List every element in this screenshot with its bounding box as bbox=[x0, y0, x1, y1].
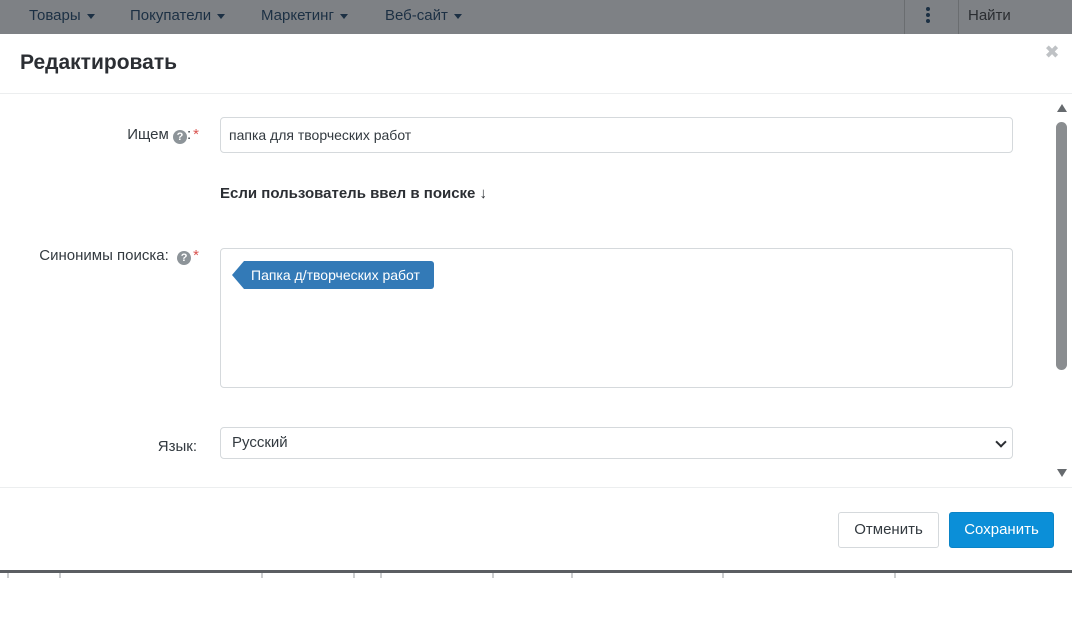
synonym-tag-label: Папка д/творческих работ bbox=[251, 267, 420, 283]
language-select[interactable]: Русский bbox=[220, 427, 1013, 459]
modal-scrollbar[interactable] bbox=[1053, 95, 1072, 487]
edit-modal: Редактировать ✖ Ищем ?: * папка для творч… bbox=[0, 34, 1072, 570]
chevron-down-icon bbox=[995, 436, 1007, 448]
caret-down-icon bbox=[453, 13, 462, 19]
nav-menu-label: Покупатели bbox=[130, 7, 212, 24]
table-edge-decoration bbox=[7, 573, 896, 578]
synonyms-label: Синонимы поиска: ? * bbox=[0, 247, 199, 265]
help-icon[interactable]: ? bbox=[177, 251, 192, 265]
synonyms-subheading: Если пользователь ввел в поиске ↓ bbox=[220, 185, 488, 202]
nav-menu-label: Маркетинг bbox=[261, 7, 334, 24]
top-navigation-bar: Товары Покупатели Маркетинг Веб-сайт Най… bbox=[0, 0, 1072, 34]
nav-divider bbox=[958, 0, 959, 34]
language-selected-value: Русский bbox=[232, 434, 288, 451]
modal-header: Редактировать ✖ bbox=[0, 34, 1072, 94]
nav-menu-label: Веб-сайт bbox=[385, 7, 448, 24]
nav-menu-label: Товары bbox=[29, 7, 81, 24]
scroll-down-arrow-icon[interactable] bbox=[1057, 469, 1067, 477]
caret-down-icon bbox=[86, 13, 95, 19]
save-button[interactable]: Сохранить bbox=[949, 512, 1054, 548]
nav-menu-customers[interactable]: Покупатели bbox=[130, 0, 226, 34]
more-vertical-icon[interactable] bbox=[925, 7, 931, 25]
query-input[interactable]: папка для творческих работ bbox=[220, 117, 1013, 153]
required-mark: * bbox=[193, 247, 199, 264]
synonyms-label-text: Синонимы поиска: bbox=[39, 247, 169, 264]
synonym-tag[interactable]: Папка д/творческих работ bbox=[232, 261, 434, 289]
help-icon[interactable]: ? bbox=[172, 130, 187, 144]
label-colon: : bbox=[186, 126, 192, 143]
scrollbar-thumb[interactable] bbox=[1056, 122, 1067, 370]
modal-body: Ищем ?: * папка для творческих работ Если… bbox=[0, 95, 1072, 487]
nav-menu-website[interactable]: Веб-сайт bbox=[385, 0, 462, 34]
nav-menu-products[interactable]: Товары bbox=[29, 0, 95, 34]
caret-down-icon bbox=[339, 13, 348, 19]
nav-search[interactable]: Найти bbox=[968, 0, 1011, 34]
query-label-text: Ищем bbox=[127, 126, 169, 143]
page-background bbox=[0, 570, 1072, 630]
scroll-up-arrow-icon[interactable] bbox=[1057, 104, 1067, 112]
synonyms-tag-input[interactable]: Папка д/творческих работ bbox=[220, 248, 1013, 388]
query-label: Ищем ?: * bbox=[0, 126, 199, 144]
language-label: Язык: bbox=[157, 438, 197, 455]
modal-footer: Отменить Сохранить bbox=[0, 487, 1072, 570]
caret-down-icon bbox=[217, 13, 226, 19]
nav-menu-marketing[interactable]: Маркетинг bbox=[261, 0, 348, 34]
nav-divider bbox=[904, 0, 905, 34]
modal-title: Редактировать bbox=[20, 51, 178, 74]
required-mark: * bbox=[193, 126, 199, 143]
close-icon[interactable]: ✖ bbox=[1042, 42, 1062, 62]
cancel-button[interactable]: Отменить bbox=[838, 512, 939, 548]
